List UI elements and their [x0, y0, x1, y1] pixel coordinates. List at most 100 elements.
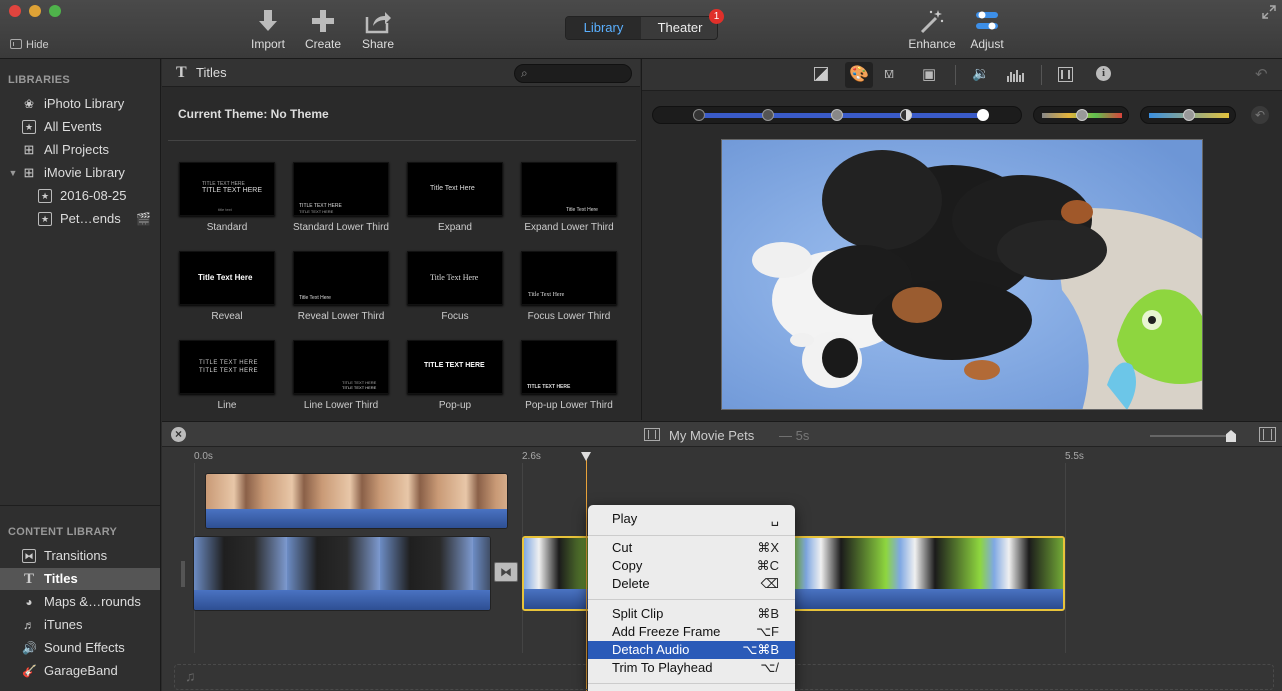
- temperature-slider[interactable]: [1140, 106, 1236, 124]
- temperature-handle[interactable]: [1183, 109, 1195, 121]
- sidebar-item-transitions[interactable]: ⧓ Transitions: [0, 545, 160, 567]
- enhance-button[interactable]: Enhance: [902, 8, 962, 51]
- title-label: Expand: [438, 222, 472, 233]
- color-correction-icon[interactable]: 🎨: [845, 62, 873, 88]
- title-thumb-reveal[interactable]: Title Text Here: [179, 251, 275, 305]
- sidebar-item-event-2016-08-25[interactable]: ★ 2016-08-25: [0, 185, 160, 207]
- sidebar-item-label: GarageBand: [44, 663, 118, 678]
- color-balance-icon[interactable]: [814, 67, 828, 81]
- close-window-button[interactable]: [9, 5, 21, 17]
- sidebar-item-titles[interactable]: T Titles: [0, 568, 160, 590]
- saturation-slider[interactable]: [1033, 106, 1129, 124]
- brightness-handle[interactable]: [831, 109, 843, 121]
- create-button[interactable]: Create: [293, 8, 353, 51]
- video-clip-puppies-1[interactable]: [193, 536, 491, 611]
- reset-color-icon[interactable]: ↶: [1251, 106, 1269, 124]
- close-timeline-icon[interactable]: ×: [171, 427, 186, 442]
- title-preview-text: TITLE TEXT HERE: [527, 384, 571, 390]
- transition-icon[interactable]: ⧓: [494, 562, 518, 582]
- zoom-handle[interactable]: [1226, 430, 1236, 442]
- tab-library[interactable]: Library: [566, 17, 641, 39]
- title-thumb-focus[interactable]: Title Text Here: [407, 251, 503, 305]
- menu-item-label: Copy: [612, 558, 643, 573]
- sidebar-item-event-pets[interactable]: ★ Pet…ends 🎬: [0, 208, 160, 230]
- menu-item-add-freeze-frame[interactable]: Add Freeze Frame ⌥F: [588, 623, 795, 641]
- title-thumb-line[interactable]: TITLE TEXT HERE TITLE TEXT HERE: [179, 340, 275, 394]
- fullscreen-icon[interactable]: [1262, 5, 1276, 19]
- menu-item-shortcut: ⌥⌘B: [742, 642, 779, 657]
- video-preview[interactable]: [721, 139, 1203, 410]
- bar-divider: [1041, 65, 1042, 85]
- title-label: Focus: [441, 311, 469, 322]
- reset-icon[interactable]: ↶: [1255, 65, 1268, 83]
- volume-icon[interactable]: 🔉: [972, 65, 989, 82]
- title-thumb-focus-lower-third[interactable]: Title Text Here: [521, 251, 617, 305]
- search-input[interactable]: ⌕: [514, 64, 632, 83]
- menu-item-trim-to-playhead[interactable]: Trim To Playhead ⌥/: [588, 659, 795, 677]
- theater-badge: 1: [709, 9, 724, 24]
- menu-item-label: Cut: [612, 540, 633, 555]
- menu-item-label: Trim To Playhead: [612, 660, 713, 675]
- minimize-window-button[interactable]: [29, 5, 41, 17]
- menu-separator: [588, 535, 795, 536]
- exposure-slider[interactable]: [652, 106, 1022, 124]
- clip-appearance-icon[interactable]: [1259, 427, 1276, 442]
- black-point-handle[interactable]: [693, 109, 705, 121]
- shadows-handle[interactable]: [762, 109, 774, 121]
- sidebar-item-garageband[interactable]: 🎸 GarageBand: [0, 660, 160, 682]
- clip-filter-icon[interactable]: [1058, 67, 1073, 82]
- menu-item-shortcut: ⌫: [760, 576, 779, 591]
- contrast-handle[interactable]: [900, 109, 912, 121]
- import-button[interactable]: Import: [238, 8, 298, 51]
- connected-clip[interactable]: [205, 473, 508, 529]
- share-button[interactable]: Share: [348, 8, 408, 51]
- sidebar-item-iphoto-library[interactable]: ❀ iPhoto Library: [0, 93, 160, 115]
- title-label: Expand Lower Third: [524, 222, 614, 233]
- menu-item-shortcut: ⌘X: [757, 540, 779, 555]
- title-thumb-reveal-lower-third[interactable]: Title Text Here: [293, 251, 389, 305]
- tab-theater[interactable]: Theater: [642, 17, 718, 39]
- hide-libraries-button[interactable]: Hide: [10, 39, 49, 51]
- adjustment-bar: 🎨 ⟏ ▣ 🔉 i ↶: [642, 59, 1282, 91]
- saturation-handle[interactable]: [1076, 109, 1088, 121]
- playhead[interactable]: [586, 453, 587, 691]
- playhead-handle[interactable]: [581, 452, 591, 461]
- menu-item-copy[interactable]: Copy ⌘C: [588, 557, 795, 575]
- title-preview-text: TITLE TEXT HERE: [342, 385, 377, 390]
- stabilization-camera-icon[interactable]: ▣: [922, 65, 936, 83]
- clip-audio-waveform: [194, 590, 490, 610]
- sidebar-item-all-projects[interactable]: ⊞ All Projects: [0, 139, 160, 161]
- menu-item-split-clip[interactable]: Split Clip ⌘B: [588, 605, 795, 623]
- title-thumb-expand-lower-third[interactable]: Title Text Here: [521, 162, 617, 216]
- title-thumb-pop-up[interactable]: TITLE TEXT HERE: [407, 340, 503, 394]
- adjust-button[interactable]: Adjust: [957, 8, 1017, 51]
- storyline-handle[interactable]: [181, 561, 185, 587]
- titles-browser: T Titles ⌕ Current Theme: No Theme TITLE…: [162, 59, 640, 420]
- music-note-icon: ♬: [23, 618, 35, 632]
- zoom-slider[interactable]: [1150, 435, 1230, 437]
- menu-item-cut[interactable]: Cut ⌘X: [588, 539, 795, 557]
- ruler-label: 0.0s: [194, 451, 213, 462]
- sidebar-item-sound-effects[interactable]: 🔊 Sound Effects: [0, 637, 160, 659]
- crop-icon[interactable]: ⟏: [884, 65, 894, 83]
- title-thumb-standard-lower-third[interactable]: TITLE TEXT HERE TITLE TEXT HERE: [293, 162, 389, 216]
- disclosure-triangle-icon[interactable]: ▼: [6, 166, 20, 180]
- menu-item-play[interactable]: Play ␣: [588, 510, 795, 528]
- menu-item-detach-audio[interactable]: Detach Audio ⌥⌘B: [588, 641, 795, 659]
- sidebar-item-itunes[interactable]: ♬ iTunes: [0, 614, 160, 636]
- title-preview-text: Title Text Here: [299, 295, 331, 301]
- info-icon[interactable]: i: [1096, 66, 1111, 81]
- title-thumb-standard[interactable]: TITLE TEXT HERE TITLE TEXT HERE title te…: [179, 162, 275, 216]
- sidebar-item-maps-backgrounds[interactable]: ◕ Maps &…rounds: [0, 591, 160, 613]
- title-thumb-pop-up-lower-third[interactable]: TITLE TEXT HERE: [521, 340, 617, 394]
- title-thumb-line-lower-third[interactable]: TITLE TEXT HERE TITLE TEXT HERE: [293, 340, 389, 394]
- sidebar-item-imovie-library[interactable]: ▼ ⊞ iMovie Library: [0, 162, 160, 184]
- highlights-handle[interactable]: [977, 109, 989, 121]
- import-arrow-icon: [259, 10, 277, 31]
- zoom-window-button[interactable]: [49, 5, 61, 17]
- equalizer-icon[interactable]: [1007, 68, 1025, 85]
- title-thumb-expand[interactable]: Title Text Here: [407, 162, 503, 216]
- sidebar-item-all-events[interactable]: ★ All Events: [0, 116, 160, 138]
- star-icon: ★: [38, 189, 52, 203]
- menu-item-delete[interactable]: Delete ⌫: [588, 575, 795, 593]
